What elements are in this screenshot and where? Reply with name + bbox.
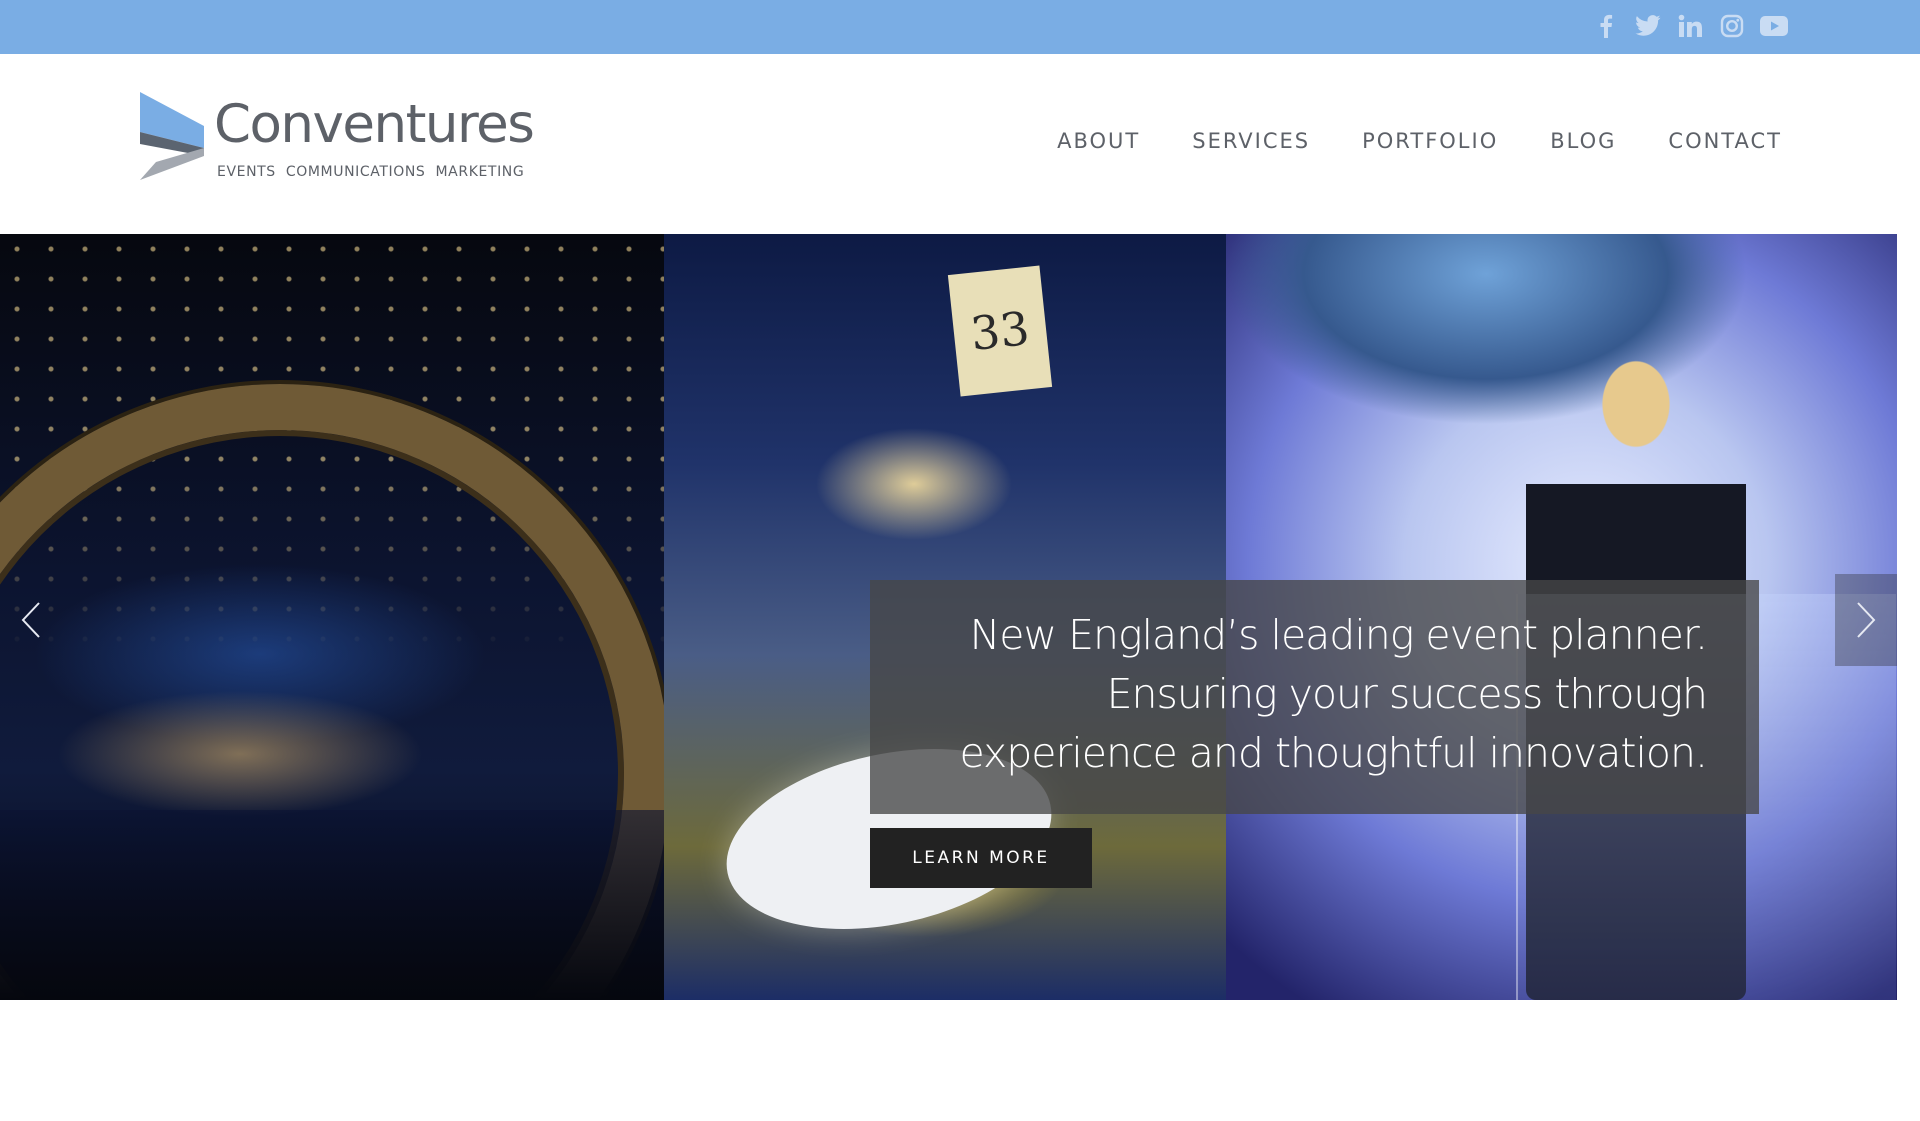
nav-services[interactable]: SERVICES — [1192, 129, 1310, 153]
nav-about[interactable]: ABOUT — [1057, 129, 1140, 153]
caption-line: Ensuring your success through — [1106, 670, 1708, 718]
ballroom-photo — [0, 234, 664, 1000]
brand-name: Conventures — [214, 94, 535, 155]
hero-caption: New England’s leading event planner. Ens… — [870, 580, 1759, 814]
facebook-icon[interactable] — [1592, 12, 1620, 40]
twitter-icon[interactable] — [1634, 12, 1662, 40]
caption-line: experience and thoughtful innovation. — [959, 729, 1708, 777]
main-nav: ABOUT SERVICES PORTFOLIO BLOG CONTACT — [1057, 129, 1782, 153]
hero-caption-text: New England’s leading event planner. Ens… — [960, 606, 1708, 783]
floor-shadow — [0, 810, 664, 1000]
chevron-right-icon — [1857, 602, 1876, 638]
nav-portfolio[interactable]: PORTFOLIO — [1362, 129, 1498, 153]
social-links — [1592, 12, 1788, 40]
social-bar — [0, 0, 1920, 54]
conventures-logo[interactable]: Conventures EVENTS COMMUNICATIONS MARKET… — [138, 92, 538, 192]
learn-more-button[interactable]: LEARN MORE — [870, 828, 1092, 888]
brand-tagline: EVENTS COMMUNICATIONS MARKETING — [217, 164, 525, 180]
nav-contact[interactable]: CONTACT — [1668, 129, 1782, 153]
instagram-icon[interactable] — [1718, 12, 1746, 40]
site-header: Conventures EVENTS COMMUNICATIONS MARKET… — [0, 54, 1920, 234]
logo-mark-icon — [140, 92, 204, 180]
youtube-icon[interactable] — [1760, 12, 1788, 40]
slider-prev-button[interactable] — [0, 574, 62, 666]
caption-line: New England’s leading event planner. — [969, 611, 1708, 659]
table-number-card: 33 — [947, 265, 1053, 397]
nav-blog[interactable]: BLOG — [1550, 129, 1616, 153]
linkedin-icon[interactable] — [1676, 12, 1704, 40]
chevron-left-icon — [21, 602, 40, 638]
hero-slider: 33 New England’s leading event planner. … — [0, 234, 1897, 1000]
slider-next-button[interactable] — [1835, 574, 1897, 666]
